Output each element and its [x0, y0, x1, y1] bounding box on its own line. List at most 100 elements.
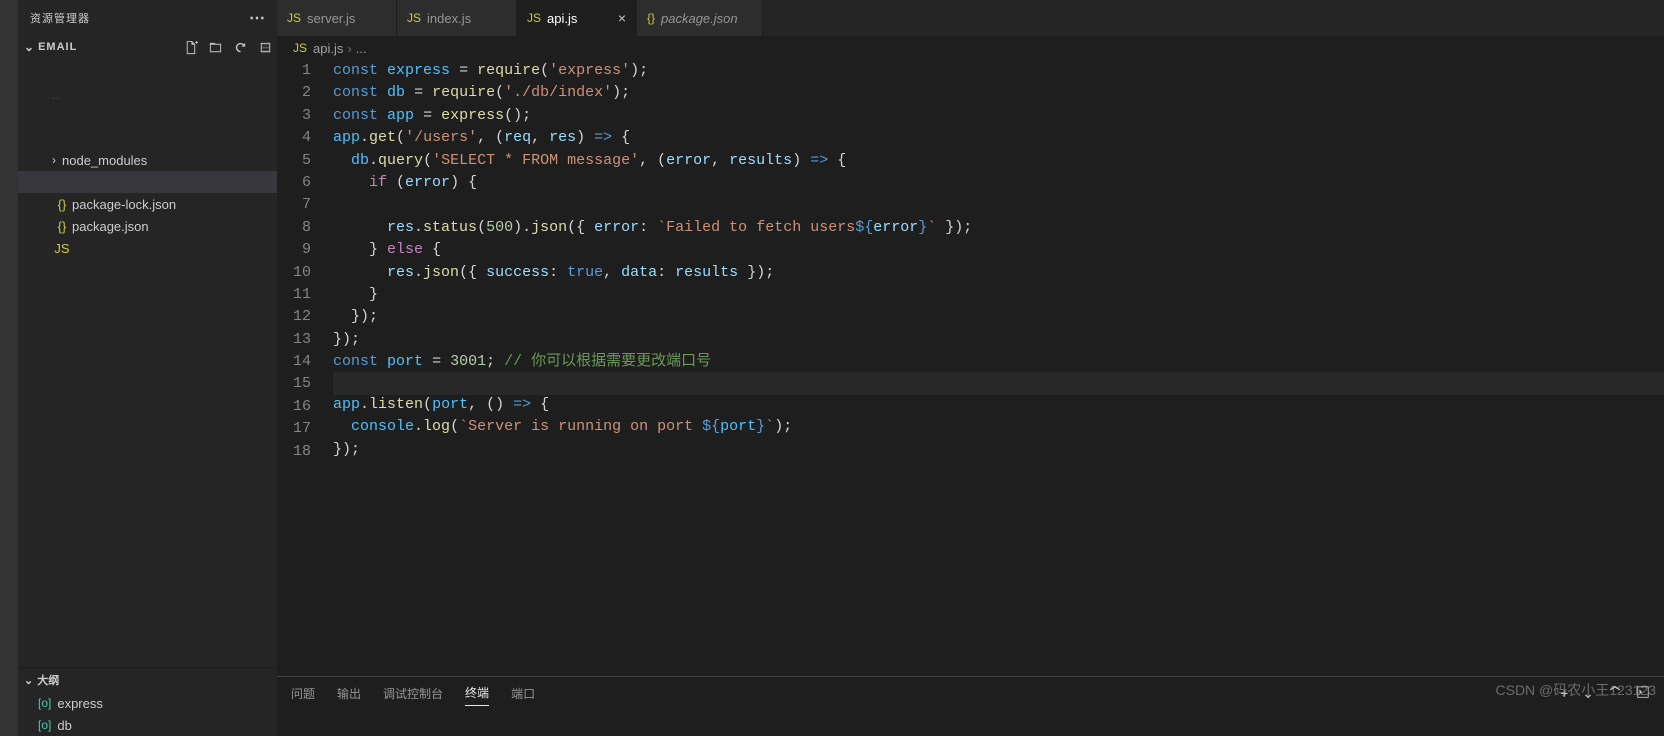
refresh-icon[interactable]	[233, 40, 248, 55]
tree-item[interactable]: ..	[18, 83, 277, 105]
outline-header[interactable]: ⌄ 大纲	[18, 668, 277, 692]
js-file-icon: JS	[293, 41, 307, 55]
code-area[interactable]: const express = require('express');const…	[333, 60, 1664, 676]
tab-server-js[interactable]: JSserver.js×	[277, 0, 397, 36]
line-number: 17	[277, 418, 311, 440]
tree-item-label: ..	[52, 87, 59, 102]
bottom-panel: 问题输出调试控制台终端端口 + ⌄	[277, 676, 1664, 736]
outline-section: ⌄ 大纲 [ᴏ] express [ᴏ] db	[18, 667, 277, 736]
line-number: 13	[277, 329, 311, 351]
file-icon: JS	[287, 11, 301, 25]
code-line[interactable]: db.query('SELECT * FROM message', (error…	[333, 150, 1664, 172]
main-area: JSserver.js×JSindex.js×JSapi.js×{}packag…	[277, 0, 1664, 736]
line-number: 10	[277, 262, 311, 284]
line-number: 4	[277, 127, 311, 149]
code-line[interactable]: } else {	[333, 239, 1664, 261]
tree-item-label: node_modules	[62, 153, 147, 168]
folder-header[interactable]: ⌄ EMAIL	[18, 35, 277, 59]
line-number: 6	[277, 172, 311, 194]
collapse-icon[interactable]	[258, 40, 273, 55]
breadcrumb[interactable]: JS api.js › ...	[277, 36, 1664, 60]
panel-tab-3[interactable]: 终端	[465, 680, 489, 706]
code-line[interactable]: if (error) {	[333, 172, 1664, 194]
code-line[interactable]: app.get('/users', (req, res) => {	[333, 127, 1664, 149]
line-number: 8	[277, 217, 311, 239]
tab-index-js[interactable]: JSindex.js×	[397, 0, 517, 36]
tree-item[interactable]: JS	[18, 237, 277, 259]
panel-body[interactable]	[277, 709, 1664, 736]
panel-actions: + ⌄	[1560, 685, 1650, 702]
new-folder-icon[interactable]	[208, 40, 223, 55]
dropdown-icon[interactable]: ⌄	[1582, 685, 1594, 702]
sidebar-header: 资源管理器 ⋯	[18, 0, 277, 35]
icon-json-icon: {}	[52, 197, 72, 212]
tab-api-js[interactable]: JS api.js ×	[517, 0, 637, 36]
file-icon: {}	[647, 11, 655, 25]
code-line[interactable]: const express = require('express');	[333, 60, 1664, 82]
more-icon[interactable]: ⋯	[249, 8, 265, 28]
line-number: 1	[277, 60, 311, 82]
tree-item[interactable]	[18, 127, 277, 149]
tab-package-json[interactable]: {}package.json×	[637, 0, 763, 36]
variable-icon: [ᴏ]	[38, 718, 51, 732]
code-line[interactable]	[333, 372, 1664, 394]
tree-item-label: package.json	[72, 219, 149, 234]
code-line[interactable]	[333, 194, 1664, 216]
tree-item[interactable]	[18, 61, 277, 83]
tree-item[interactable]	[18, 171, 277, 193]
tabs-bar: JSserver.js×JSindex.js×JSapi.js×{}packag…	[277, 0, 1664, 36]
close-icon[interactable]: ×	[618, 10, 626, 26]
tree-item[interactable]	[18, 105, 277, 127]
maximize-icon[interactable]	[1608, 685, 1622, 702]
activity-bar[interactable]	[0, 0, 18, 736]
line-gutter: 123456789101112131415161718	[277, 60, 333, 676]
code-line[interactable]: });	[333, 439, 1664, 461]
code-line[interactable]: const port = 3001; // 你可以根据需要更改端口号	[333, 351, 1664, 373]
tab-label: package.json	[661, 11, 738, 26]
panel-tab-1[interactable]: 输出	[337, 681, 361, 706]
outline-item[interactable]: [ᴏ] express	[18, 692, 277, 714]
line-number: 3	[277, 105, 311, 127]
panel-tab-4[interactable]: 端口	[511, 681, 535, 706]
line-number: 2	[277, 82, 311, 104]
chevron-down-icon: ⌄	[24, 674, 33, 687]
run-terminal-icon[interactable]	[1636, 685, 1650, 702]
tree-item[interactable]: ›node_modules	[18, 149, 277, 171]
outline-item-label: express	[57, 696, 103, 711]
new-terminal-icon[interactable]: +	[1560, 685, 1568, 702]
code-line[interactable]: const db = require('./db/index');	[333, 82, 1664, 104]
sidebar: 资源管理器 ⋯ ⌄ EMAIL .. ›node_modules {}package…	[18, 0, 277, 736]
code-line[interactable]: });	[333, 306, 1664, 328]
tree-item[interactable]: {}package.json	[18, 215, 277, 237]
panel-tab-0[interactable]: 问题	[291, 681, 315, 706]
tab-label: index.js	[427, 11, 471, 26]
outline-item[interactable]: [ᴏ] db	[18, 714, 277, 736]
icon-js-icon: JS	[52, 241, 72, 256]
outline-title: 大纲	[37, 672, 59, 688]
tree-item[interactable]: {}package-lock.json	[18, 193, 277, 215]
line-number: 18	[277, 441, 311, 463]
line-number: 15	[277, 373, 311, 395]
outline-item-label: db	[57, 718, 71, 733]
code-line[interactable]: }	[333, 284, 1664, 306]
panel-tabs: 问题输出调试控制台终端端口 + ⌄	[277, 677, 1664, 709]
editor[interactable]: 123456789101112131415161718 const expres…	[277, 60, 1664, 676]
code-line[interactable]: res.json({ success: true, data: results …	[333, 262, 1664, 284]
file-icon: JS	[527, 11, 541, 25]
code-line[interactable]: app.listen(port, () => {	[333, 394, 1664, 416]
breadcrumb-rest: ...	[356, 41, 367, 56]
new-file-icon[interactable]	[183, 40, 198, 55]
line-number: 9	[277, 239, 311, 261]
code-line[interactable]: console.log(`Server is running on port $…	[333, 416, 1664, 438]
folder-actions	[183, 40, 273, 55]
explorer-title: 资源管理器	[30, 10, 249, 26]
panel-tab-2[interactable]: 调试控制台	[383, 681, 443, 706]
code-line[interactable]: const app = express();	[333, 105, 1664, 127]
file-icon: JS	[407, 11, 421, 25]
file-tree: .. ›node_modules {}package-lock.json{}pack…	[18, 59, 277, 667]
code-line[interactable]: });	[333, 329, 1664, 351]
code-line[interactable]: res.status(500).json({ error: `Failed to…	[333, 217, 1664, 239]
chevron-right-icon: ›	[46, 153, 62, 167]
variable-icon: [ᴏ]	[38, 696, 51, 710]
tab-label: api.js	[547, 11, 577, 26]
